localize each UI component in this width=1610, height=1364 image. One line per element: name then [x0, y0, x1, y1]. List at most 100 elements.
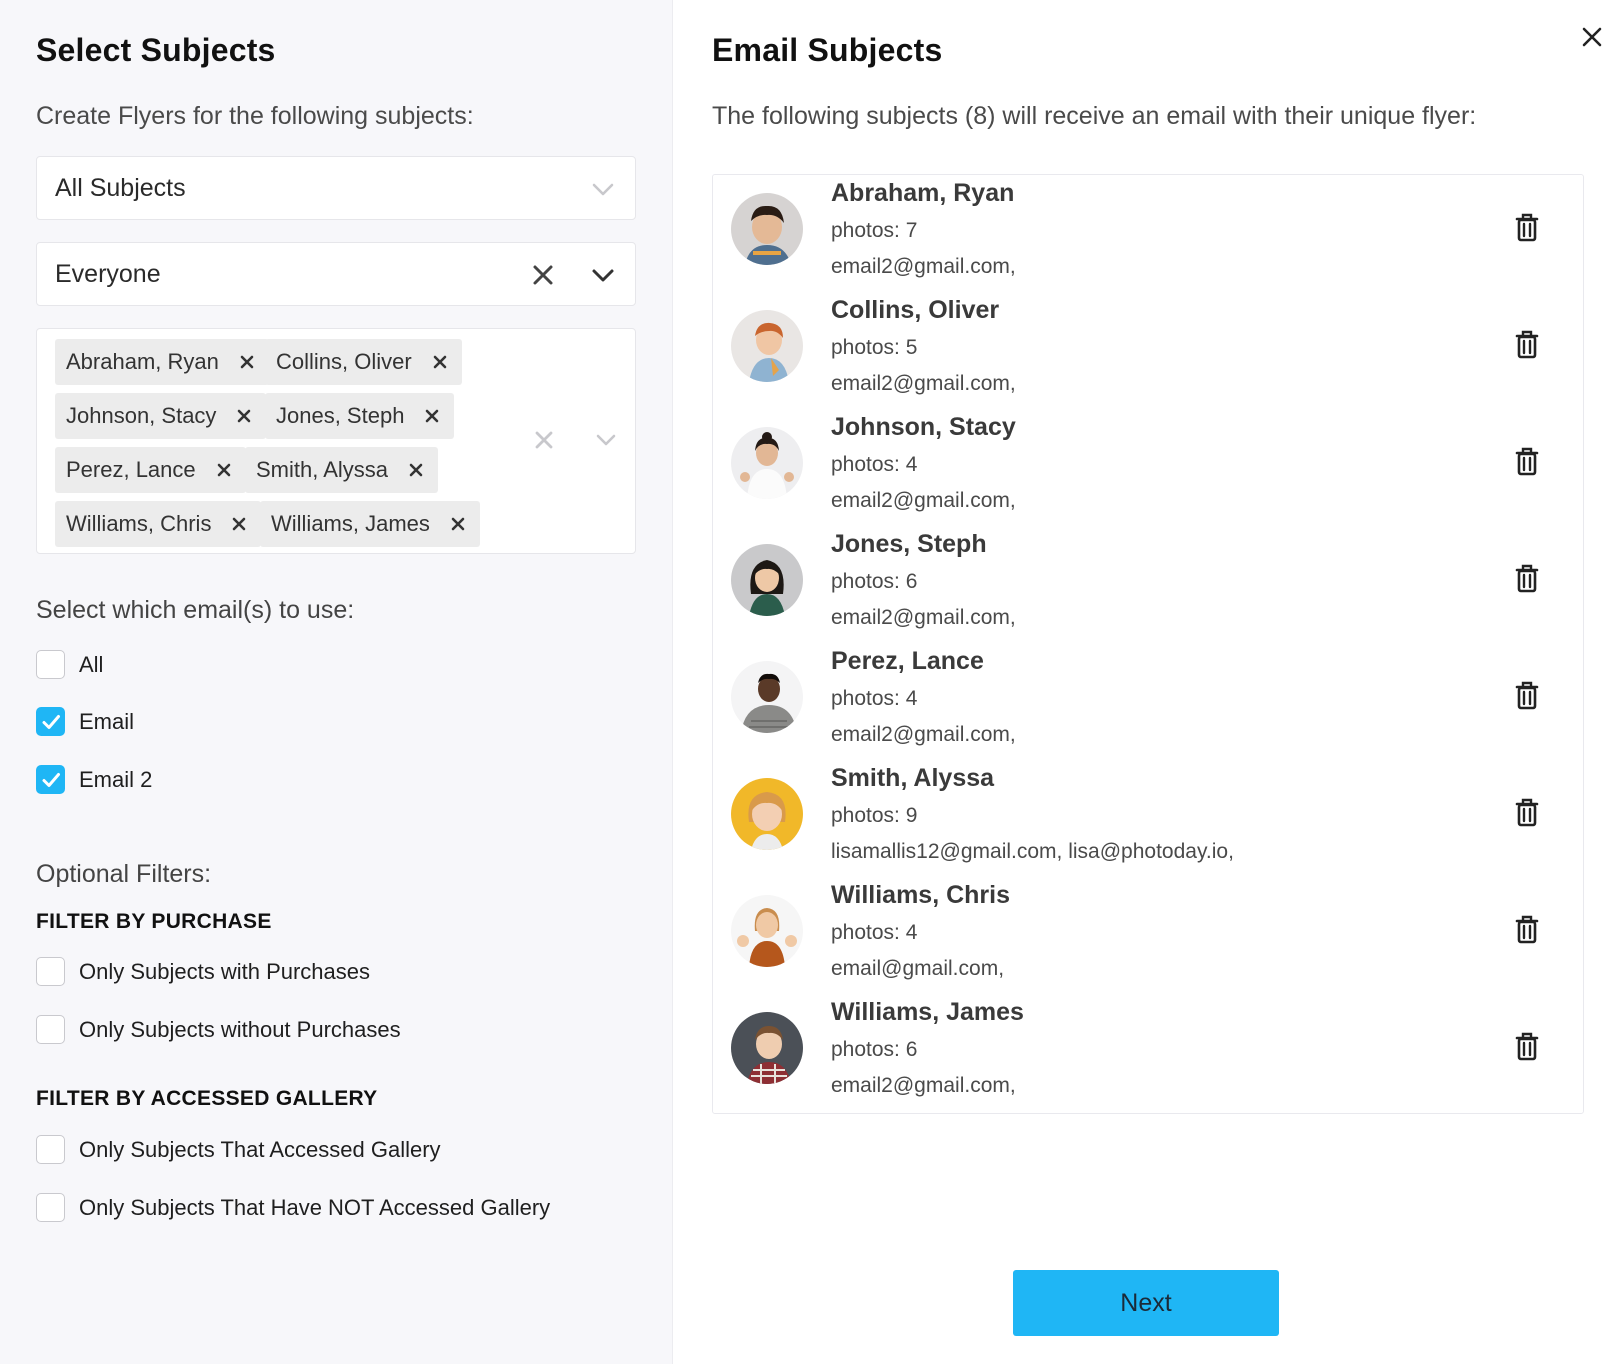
- subject-tag-label: Johnson, Stacy: [66, 403, 217, 428]
- chevron-down-icon[interactable]: [589, 175, 617, 203]
- subject-tag-label: Williams, James: [271, 511, 430, 536]
- next-button[interactable]: Next: [1013, 1270, 1279, 1336]
- trash-icon[interactable]: [1514, 562, 1540, 594]
- subject-name: Abraham, Ryan: [831, 179, 1015, 207]
- checkbox[interactable]: [36, 765, 65, 794]
- subject-row: Perez, Lance photos: 4 email2@gmail.com,: [713, 643, 1583, 760]
- subject-tag: Williams, James: [260, 501, 480, 547]
- avatar: [731, 1012, 803, 1084]
- checkbox-label: Email: [79, 708, 135, 734]
- trash-icon[interactable]: [1514, 796, 1540, 828]
- subject-tag: Johnson, Stacy: [55, 393, 267, 439]
- subject-name: Jones, Steph: [831, 530, 987, 558]
- group-select[interactable]: Everyone: [36, 242, 636, 306]
- trash-icon[interactable]: [1514, 679, 1540, 711]
- filter-by-purchase-heading: FILTER BY PURCHASE: [36, 910, 272, 933]
- subject-tag-label: Williams, Chris: [66, 511, 212, 536]
- subject-emails: email2@gmail.com,: [831, 489, 1016, 512]
- subject-tag-label: Collins, Oliver: [276, 349, 412, 374]
- subject-photos: photos: 6: [831, 570, 918, 593]
- subject-tag-label: Jones, Steph: [276, 403, 405, 428]
- email-panel-title: Email Subjects: [712, 32, 943, 68]
- clear-icon[interactable]: [529, 261, 557, 289]
- check-icon: [42, 715, 60, 729]
- group-select-value: Everyone: [55, 260, 161, 288]
- panel-title: Select Subjects: [36, 32, 276, 68]
- avatar: [731, 310, 803, 382]
- subject-row: Williams, James photos: 6 email2@gmail.c…: [713, 994, 1583, 1111]
- subject-emails: email@gmail.com,: [831, 957, 1005, 980]
- remove-tag-icon[interactable]: [214, 460, 234, 480]
- remove-tag-icon[interactable]: [430, 352, 450, 372]
- subject-row: Johnson, Stacy photos: 4 email2@gmail.co…: [713, 409, 1583, 526]
- checkbox[interactable]: [36, 1015, 65, 1044]
- subject-tag: Perez, Lance: [55, 447, 246, 493]
- trash-icon[interactable]: [1514, 1030, 1540, 1062]
- optional-filters-label: Optional Filters:: [36, 860, 212, 888]
- checkbox-label: Only Subjects That Accessed Gallery: [79, 1136, 441, 1162]
- avatar: [731, 661, 803, 733]
- subject-name: Johnson, Stacy: [831, 413, 1016, 441]
- subject-tag-label: Smith, Alyssa: [256, 457, 389, 482]
- email-section-label: Select which email(s) to use:: [36, 596, 355, 624]
- remove-tag-icon[interactable]: [237, 352, 257, 372]
- avatar: [731, 544, 803, 616]
- checkbox[interactable]: [36, 1193, 65, 1222]
- avatar: [731, 895, 803, 967]
- subject-row: Smith, Alyssa photos: 9 lisamallis12@gma…: [713, 760, 1583, 877]
- subject-tag-label: Abraham, Ryan: [66, 349, 219, 374]
- remove-tag-icon[interactable]: [406, 460, 426, 480]
- subject-photos: photos: 9: [831, 804, 918, 827]
- checkbox[interactable]: [36, 957, 65, 986]
- email-option-email[interactable]: Email: [36, 707, 134, 736]
- trash-icon[interactable]: [1514, 445, 1540, 477]
- avatar: [731, 427, 803, 499]
- remove-tag-icon[interactable]: [422, 406, 442, 426]
- remove-tag-icon[interactable]: [234, 406, 254, 426]
- checkbox-label: All: [79, 651, 104, 677]
- chevron-down-icon[interactable]: [593, 427, 619, 453]
- clear-all-icon[interactable]: [531, 427, 557, 453]
- filter-with-purchases[interactable]: Only Subjects with Purchases: [36, 957, 370, 986]
- checkbox-label: Only Subjects That Have NOT Accessed Gal…: [79, 1194, 551, 1220]
- subjects-select-value: All Subjects: [55, 174, 186, 202]
- subject-photos: photos: 4: [831, 921, 918, 944]
- filter-accessed-gallery[interactable]: Only Subjects That Accessed Gallery: [36, 1135, 441, 1164]
- check-icon: [42, 773, 60, 787]
- selected-subjects-multiselect[interactable]: Abraham, Ryan Collins, Oliver Johnson, S…: [36, 328, 636, 554]
- subject-tag-label: Perez, Lance: [66, 457, 196, 482]
- remove-tag-icon[interactable]: [229, 514, 249, 534]
- subjects-select[interactable]: All Subjects: [36, 156, 636, 220]
- subject-photos: photos: 7: [831, 219, 918, 242]
- subject-emails: email2@gmail.com,: [831, 255, 1016, 278]
- filter-without-purchases[interactable]: Only Subjects without Purchases: [36, 1015, 401, 1044]
- panel-subtitle: Create Flyers for the following subjects…: [36, 102, 474, 130]
- subject-name: Smith, Alyssa: [831, 764, 995, 792]
- subject-row: Abraham, Ryan photos: 7 email2@gmail.com…: [713, 175, 1583, 292]
- filter-by-gallery-heading: FILTER BY ACCESSED GALLERY: [36, 1087, 378, 1110]
- checkbox-label: Only Subjects without Purchases: [79, 1016, 401, 1042]
- filter-not-accessed-gallery[interactable]: Only Subjects That Have NOT Accessed Gal…: [36, 1193, 550, 1222]
- subject-photos: photos: 5: [831, 336, 918, 359]
- subject-photos: photos: 4: [831, 687, 918, 710]
- trash-icon[interactable]: [1514, 913, 1540, 945]
- subject-name: Collins, Oliver: [831, 296, 1000, 324]
- checkbox[interactable]: [36, 1135, 65, 1164]
- subject-name: Williams, Chris: [831, 881, 1010, 909]
- subject-emails: email2@gmail.com,: [831, 372, 1016, 395]
- email-option-email-2[interactable]: Email 2: [36, 765, 152, 794]
- checkbox[interactable]: [36, 650, 65, 679]
- subject-tag: Abraham, Ryan: [55, 339, 269, 385]
- checkbox-label: Email 2: [79, 766, 153, 792]
- remove-tag-icon[interactable]: [448, 514, 468, 534]
- email-option-all[interactable]: All: [36, 650, 103, 679]
- subject-emails: email2@gmail.com,: [831, 723, 1016, 746]
- close-icon[interactable]: [1580, 25, 1604, 49]
- chevron-down-icon[interactable]: [589, 261, 617, 289]
- subject-photos: photos: 6: [831, 1038, 918, 1061]
- checkbox[interactable]: [36, 707, 65, 736]
- subject-row: Williams, Chris photos: 4 email@gmail.co…: [713, 877, 1583, 994]
- trash-icon[interactable]: [1514, 328, 1540, 360]
- subject-emails: email2@gmail.com,: [831, 1074, 1016, 1097]
- trash-icon[interactable]: [1514, 211, 1540, 243]
